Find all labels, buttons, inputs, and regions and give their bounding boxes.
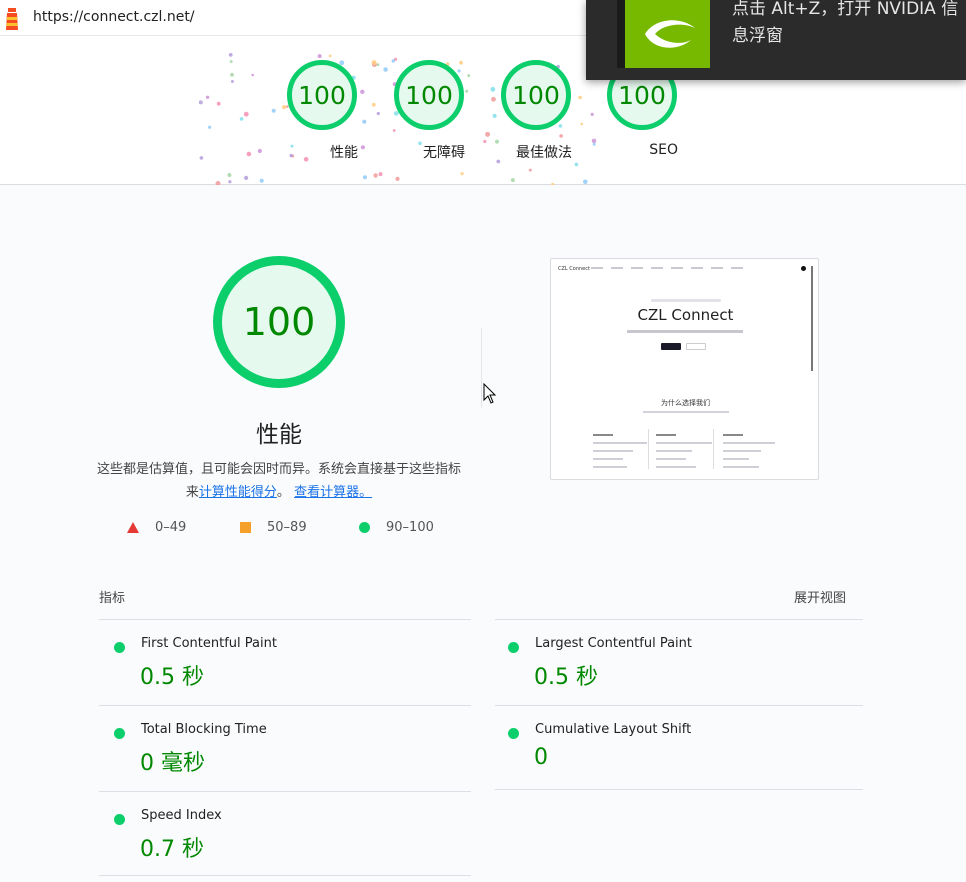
performance-gauge: 100 [213, 256, 345, 388]
gauge-label: 无障碍 [423, 145, 465, 161]
thumb-eyebrow [651, 299, 721, 302]
nvidia-message-line: 息浮窗 [732, 26, 783, 46]
gauge-score: 100 [394, 60, 464, 130]
gauge-performance[interactable]: 100 性能 [286, 60, 358, 162]
metric-value: 0.7 秒 [140, 837, 204, 862]
metric-value: 0 [534, 745, 548, 770]
thumb-nav-links [591, 267, 743, 269]
nvidia-logo-icon [617, 0, 710, 68]
pass-circle-icon [114, 814, 125, 825]
average-square-icon [240, 522, 251, 533]
thumb-nav-brand: CZL Connect [558, 266, 590, 272]
thumb-feature-column [656, 434, 716, 474]
pass-circle-icon [508, 728, 519, 739]
mouse-cursor-icon [483, 383, 497, 404]
gauge-label: 性能 [330, 145, 358, 161]
metric-divider [99, 619, 471, 620]
nvidia-message: 点击 Alt+Z，打开 NVIDIA 信 息浮窗 [732, 0, 966, 50]
legend-range: 90–100 [386, 520, 434, 535]
thumb-feature-column [593, 434, 653, 474]
metric-value: 0.5 秒 [534, 665, 598, 690]
legend-pass: 90–100 [359, 520, 434, 535]
gauge-best-practices[interactable]: 100 最佳做法 [500, 60, 572, 162]
pass-circle-icon [114, 642, 125, 653]
gauge-accessibility[interactable]: 100 无障碍 [393, 60, 465, 162]
thumb-secondary-button [686, 343, 706, 350]
gauge-score: 100 [501, 60, 571, 130]
pass-circle-icon [359, 522, 370, 533]
nvidia-notification[interactable]: 点击 Alt+Z，打开 NVIDIA 信 息浮窗 [586, 0, 966, 80]
thumb-section-title: 为什么选择我们 [661, 399, 710, 407]
calculator-link[interactable]: 查看计算器。 [294, 485, 372, 500]
category-title: 性能 [256, 422, 302, 448]
gauge-score: 100 [287, 60, 357, 130]
legend-range: 50–89 [267, 520, 307, 535]
performance-section: 100 性能 这些都是估算值，且可能会因时而异。系统会直接基于这些指标来计算性能… [0, 185, 966, 882]
thumb-section-subtitle [643, 411, 729, 413]
thumb-column-divider [713, 429, 714, 469]
thumb-primary-button [661, 343, 681, 350]
pass-circle-icon [508, 642, 519, 653]
lighthouse-icon [6, 8, 18, 30]
page-screenshot-thumbnail[interactable]: CZL Connect CZL Connect 为什么选择我们 [550, 258, 819, 480]
legend-range: 0–49 [155, 520, 187, 535]
metric-value: 0 毫秒 [140, 751, 205, 776]
gauge-label: SEO [649, 142, 678, 158]
metric-name: Speed Index [141, 808, 222, 823]
divider [481, 328, 482, 408]
metric-divider [495, 789, 863, 790]
legend-fail: 0–49 [127, 520, 186, 535]
thumb-feature-column [723, 434, 783, 474]
metric-divider [99, 705, 471, 706]
thumb-column-divider [648, 429, 649, 469]
url-text[interactable]: https://connect.czl.net/ [33, 9, 195, 25]
metric-divider [99, 791, 471, 792]
metric-divider [495, 705, 863, 706]
metric-name: Cumulative Layout Shift [535, 722, 692, 737]
expand-view-toggle[interactable]: 展开视图 [794, 587, 846, 606]
metric-name: Largest Contentful Paint [535, 636, 693, 651]
calc-score-link[interactable]: 计算性能得分 [199, 485, 277, 500]
pass-circle-icon [114, 728, 125, 739]
thumb-hero-subtitle [627, 330, 743, 333]
metric-divider [99, 875, 471, 876]
metric-divider [495, 619, 863, 620]
legend-average: 50–89 [240, 520, 307, 535]
metric-value: 0.5 秒 [140, 665, 204, 690]
metric-name: Total Blocking Time [141, 722, 267, 737]
nvidia-message-line: 点击 Alt+Z，打开 NVIDIA 信 [732, 0, 959, 19]
fail-triangle-icon [127, 522, 139, 533]
gauge-label: 最佳做法 [516, 145, 572, 161]
thumb-avatar [801, 266, 806, 271]
metrics-header: 指标 [99, 591, 126, 606]
thumb-hero-title: CZL Connect [637, 306, 734, 324]
metric-name: First Contentful Paint [141, 636, 277, 651]
description-separator: 。 [276, 485, 290, 500]
category-description: 这些都是估算值，且可能会因时而异。系统会直接基于这些指标来计算性能得分。 查看计… [96, 458, 462, 504]
